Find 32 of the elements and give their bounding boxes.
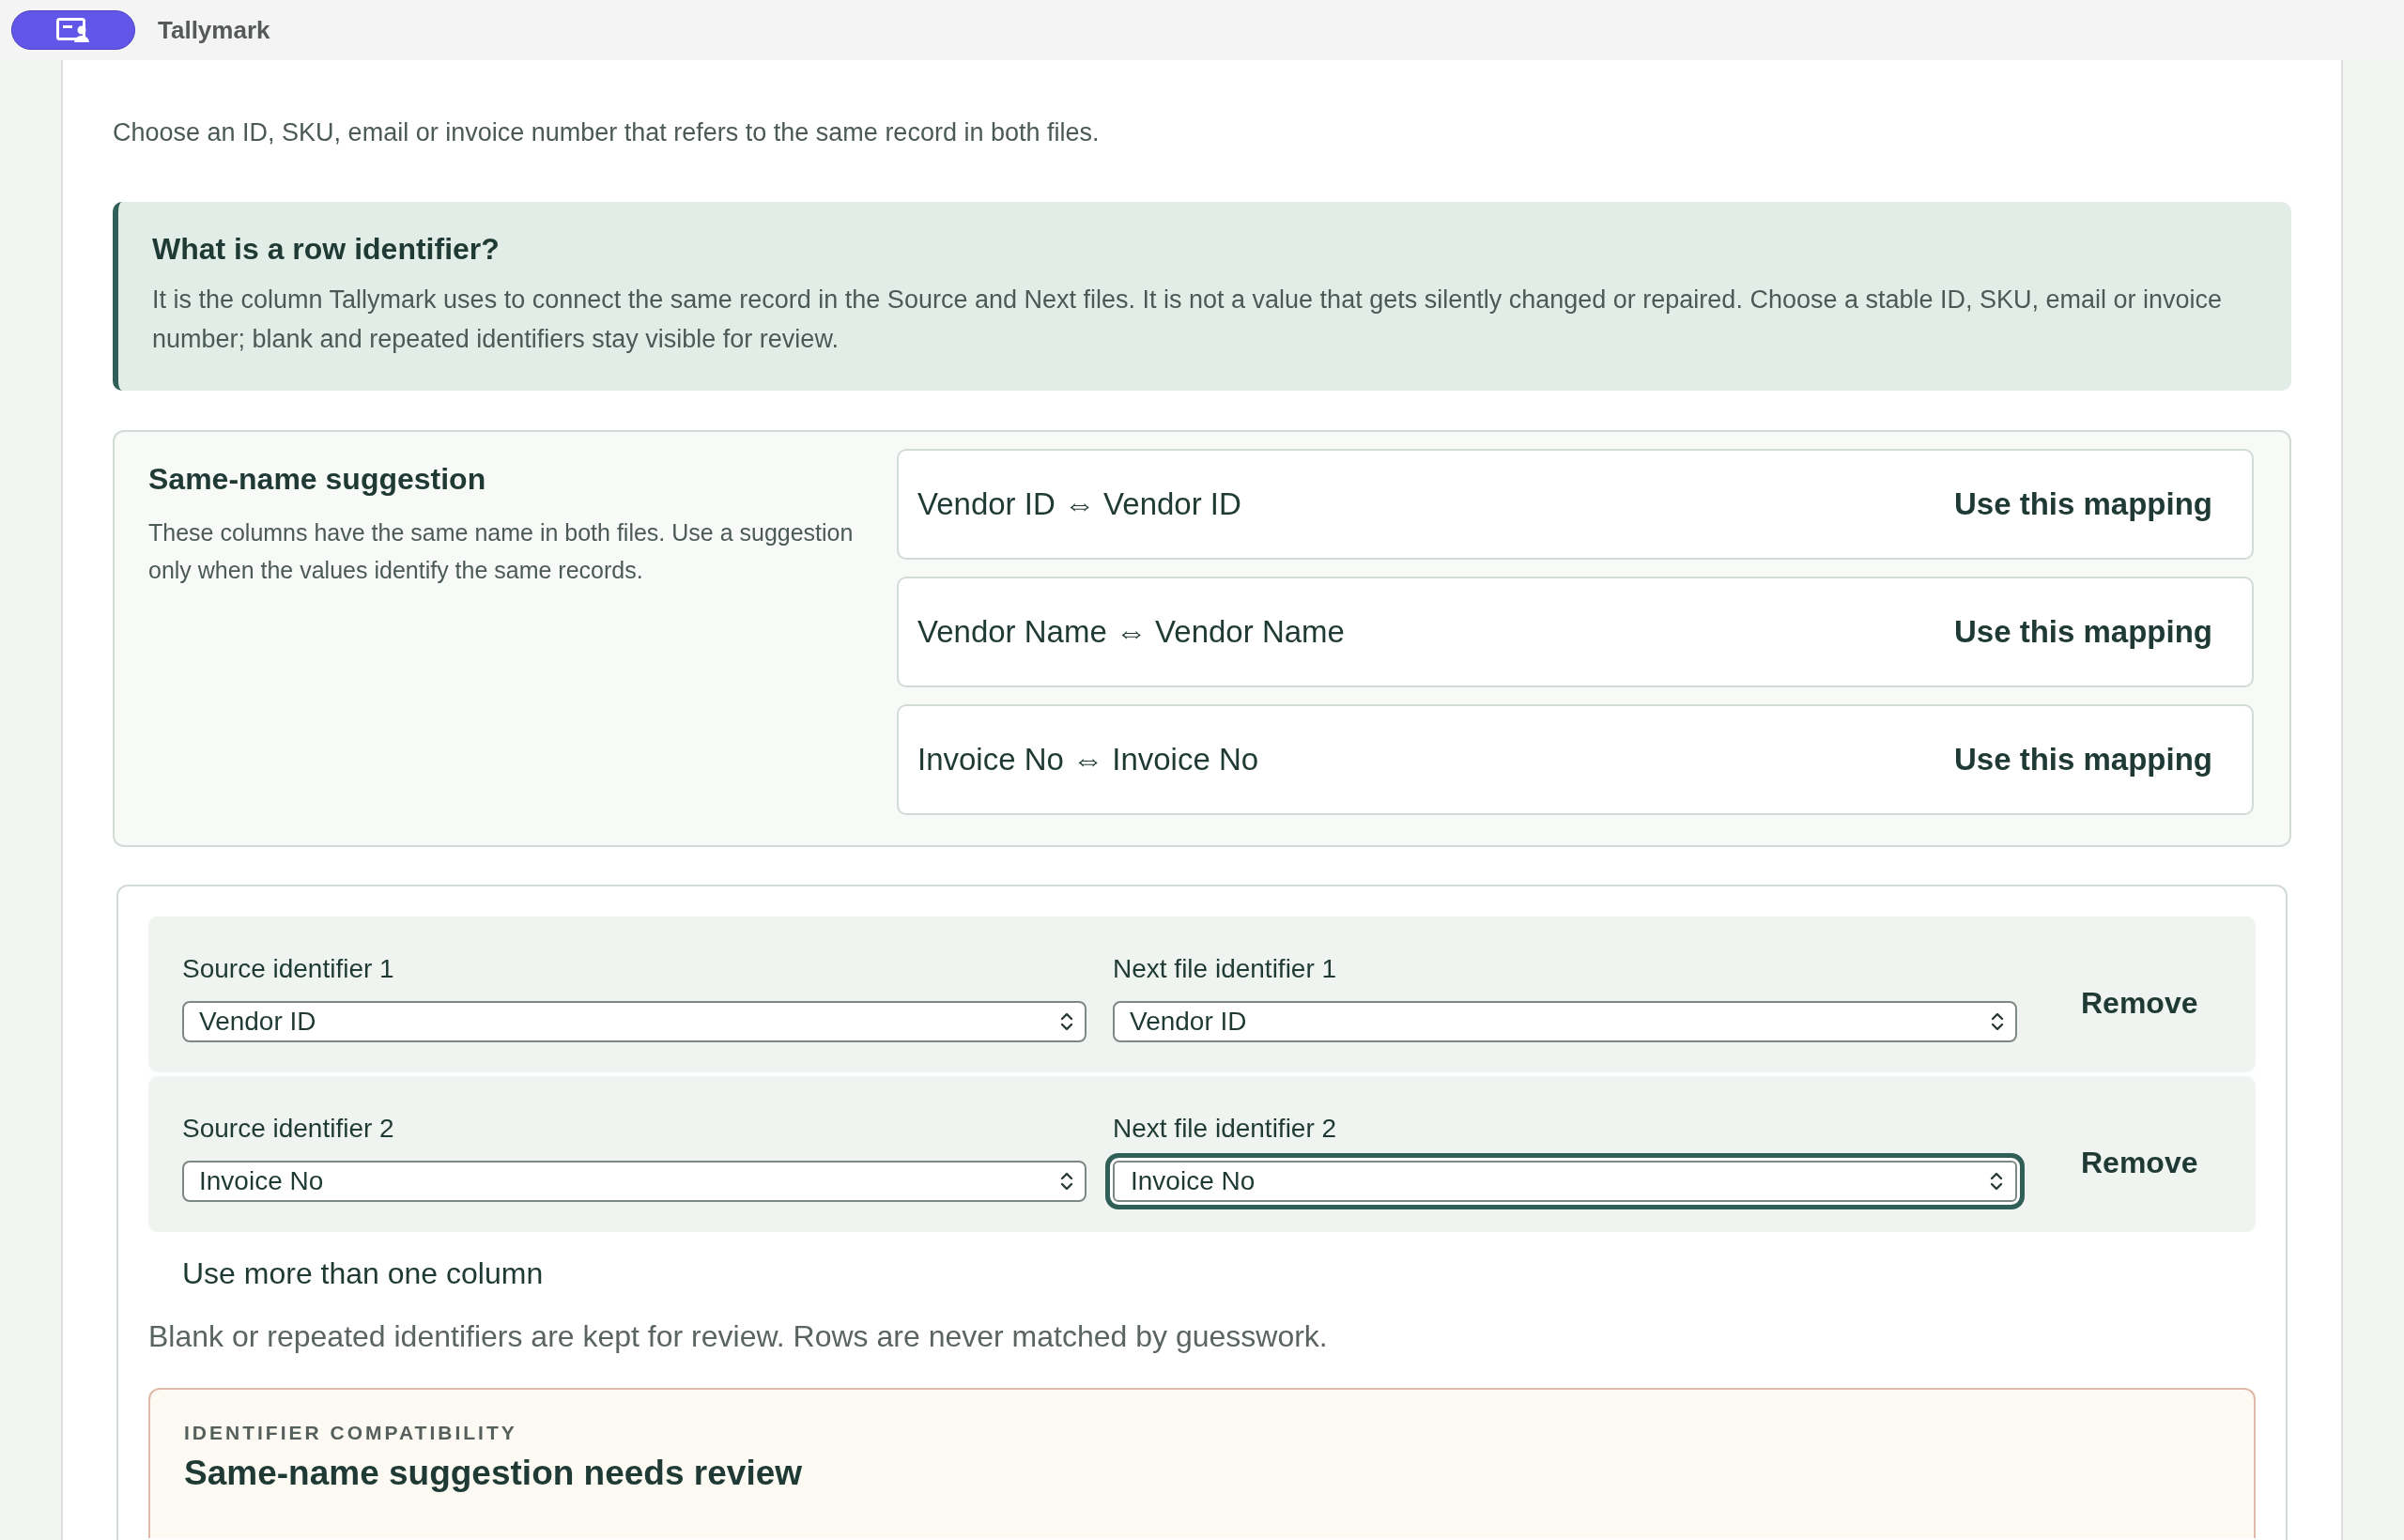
use-mapping-button[interactable]: Use this mapping bbox=[1953, 738, 2212, 781]
field-label: Next file identifier 1 bbox=[1113, 954, 1338, 984]
field-label: Source identifier 1 bbox=[182, 954, 395, 984]
mapping-pair: Invoice No ⇔ Invoice No bbox=[917, 742, 1259, 778]
select-field[interactable]: Vendor ID bbox=[182, 1001, 1086, 1042]
select-field[interactable]: Invoice No bbox=[1105, 1153, 2025, 1209]
use-mapping-button[interactable]: Use this mapping bbox=[1953, 610, 2212, 654]
chevron-up-down-icon bbox=[1990, 1171, 2003, 1192]
compatibility-label: IDENTIFIER COMPATIBILITY bbox=[184, 1422, 518, 1444]
review-note: Blank or repeated identifiers are kept for review. Rows are never matched by guesswork. bbox=[148, 1319, 1329, 1354]
info-text: It is the column Tallymark uses to connect the same record in the Source and Next files. It is not a value that gets silently changed or repaired. Choose a stable ID, SKU, email or invoice number; blank and repeated identifiers stay visible for review. bbox=[152, 285, 2224, 355]
app-switcher-button[interactable] bbox=[11, 10, 135, 50]
use-mapping-button[interactable]: Use this mapping bbox=[1953, 483, 2212, 526]
chevron-up-down-icon bbox=[1991, 1011, 2004, 1032]
compatibility-title: Same-name suggestion needs review bbox=[184, 1454, 803, 1493]
suggestion-title: Same-name suggestion bbox=[148, 462, 487, 497]
page-subtitle: Choose an ID, SKU, email or invoice number that refers to the same record in both files. bbox=[113, 118, 1101, 147]
remove-button[interactable]: Remove bbox=[2081, 982, 2198, 1024]
info-title: What is a row identifier? bbox=[152, 232, 501, 267]
mapping-pair: Vendor ID ⇔ Vendor ID bbox=[917, 486, 1241, 522]
mapping-pair: Vendor Name ⇔ Vendor Name bbox=[917, 614, 1345, 650]
chevron-up-down-icon bbox=[1060, 1171, 1073, 1192]
field-label: Source identifier 2 bbox=[182, 1114, 395, 1144]
remove-button[interactable]: Remove bbox=[2081, 1142, 2198, 1184]
add-column-link[interactable]: Use more than one column bbox=[182, 1256, 544, 1290]
field-label: Next file identifier 2 bbox=[1113, 1114, 1338, 1144]
suggestion-description: These columns have the same name in both files. Use a suggestion only when the values identify the same records. bbox=[148, 518, 855, 585]
select-field[interactable]: Vendor ID bbox=[1113, 1001, 2017, 1042]
chevron-up-down-icon bbox=[1060, 1011, 1073, 1032]
select-field[interactable]: Invoice No bbox=[182, 1161, 1086, 1202]
window-title: Tallymark bbox=[158, 15, 270, 45]
screen-user-icon bbox=[56, 18, 90, 42]
